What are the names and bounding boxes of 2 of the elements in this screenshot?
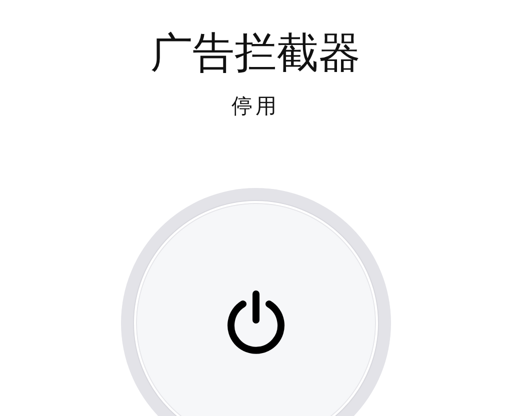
- app-title: 广告拦截器: [150, 28, 360, 78]
- status-label: 停用: [232, 93, 280, 120]
